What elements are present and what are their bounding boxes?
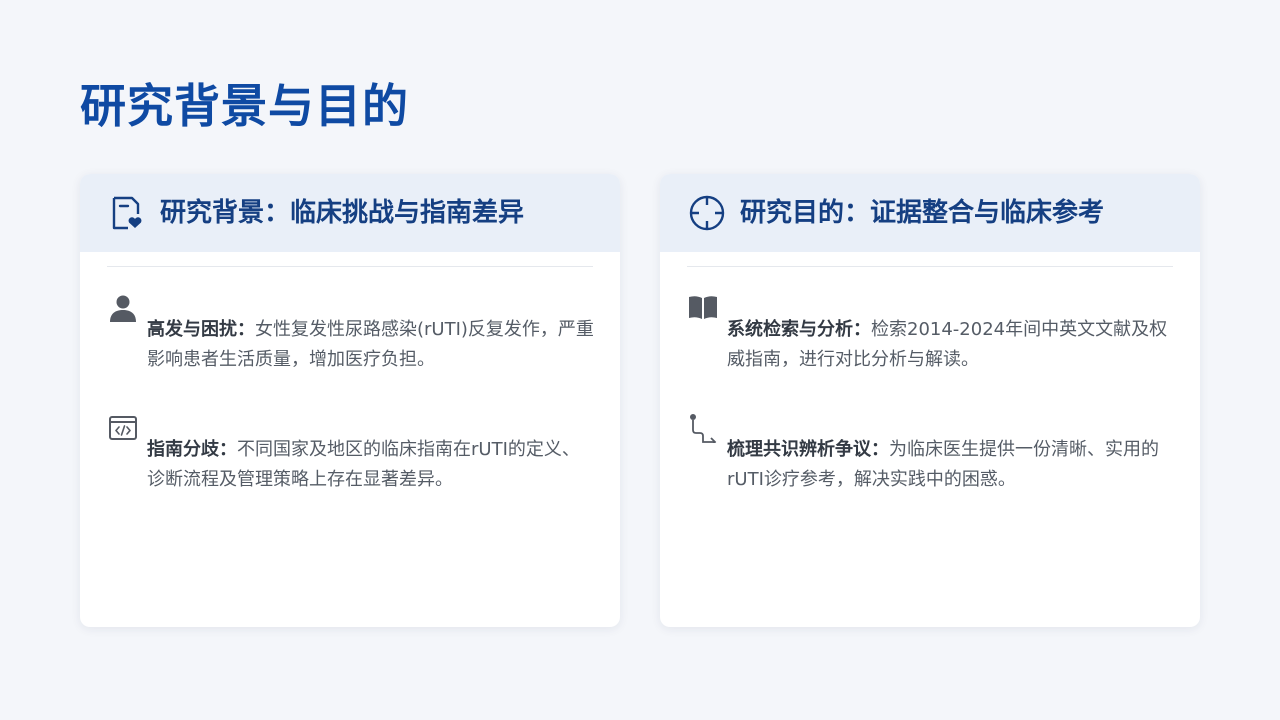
list-item: 指南分歧：不同国家及地区的临床指南在rUTI的定义、诊断流程及管理策略上存在显著… — [80, 387, 620, 507]
purpose-card-header: 研究目的：证据整合与临床参考 — [660, 174, 1200, 252]
crosshair-icon — [688, 194, 726, 232]
person-icon — [108, 293, 138, 323]
purpose-card: 研究目的：证据整合与临床参考 系统检索与分析：检索2014-2024年间中英文文… — [660, 174, 1200, 627]
background-card-title: 研究背景：临床挑战与指南差异 — [160, 198, 525, 228]
purpose-card-title: 研究目的：证据整合与临床参考 — [740, 198, 1105, 228]
item-label: 高发与困扰： — [147, 319, 255, 340]
page-title: 研究背景与目的 — [80, 79, 409, 133]
item-label: 系统检索与分析： — [727, 319, 871, 340]
list-item: 梳理共识辨析争议：为临床医生提供一份清晰、实用的rUTI诊疗参考，解决实践中的困… — [660, 387, 1200, 507]
background-card: 研究背景：临床挑战与指南差异 高发与困扰：女性复发性尿路感染(rUTI)反复发作… — [80, 174, 620, 627]
path-arrow-icon — [688, 413, 718, 447]
background-card-header: 研究背景：临床挑战与指南差异 — [80, 174, 620, 252]
open-book-icon — [688, 293, 718, 323]
item-label: 指南分歧： — [147, 439, 237, 460]
item-label: 梳理共识辨析争议： — [727, 439, 889, 460]
document-heart-icon — [108, 194, 146, 232]
code-window-icon — [108, 413, 138, 443]
list-item: 系统检索与分析：检索2014-2024年间中英文文献及权威指南，进行对比分析与解… — [660, 267, 1200, 387]
list-item: 高发与困扰：女性复发性尿路感染(rUTI)反复发作，严重影响患者生活质量，增加医… — [80, 267, 620, 387]
